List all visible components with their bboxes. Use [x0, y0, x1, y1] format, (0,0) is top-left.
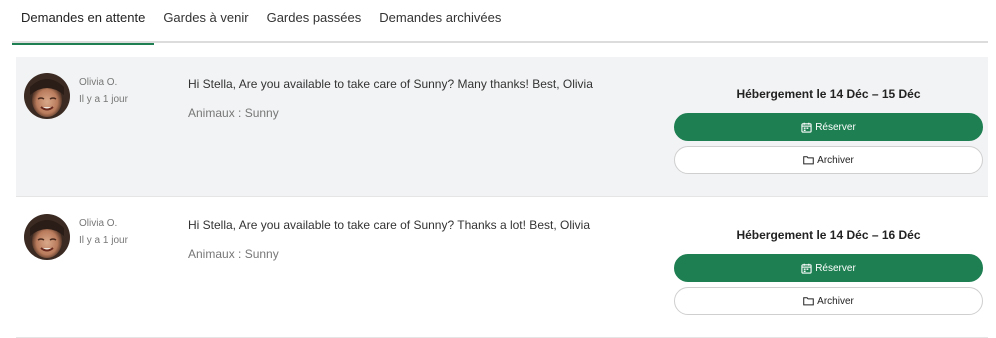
archive-button[interactable]: Archiver — [674, 287, 983, 315]
reserve-button-label: Réserver — [815, 121, 856, 133]
pets-label: Animaux : Sunny — [188, 247, 279, 261]
tab-pending-requests[interactable]: Demandes en attente — [12, 0, 155, 45]
sender-name: Olivia O. — [79, 77, 118, 88]
stay-dates: Hébergement le 14 Déc – 15 Déc — [736, 87, 921, 101]
tab-bar: Demandes en attente Gardes à venir Garde… — [12, 0, 988, 45]
request-message: Hi Stella, Are you available to take car… — [188, 218, 590, 232]
archive-button-label: Archiver — [817, 154, 854, 166]
sender-name: Olivia O. — [79, 218, 118, 229]
reserve-button[interactable]: Réserver — [674, 254, 983, 282]
stay-dates: Hébergement le 14 Déc – 16 Déc — [736, 228, 921, 242]
tab-archived-requests[interactable]: Demandes archivées — [370, 0, 510, 43]
folder-icon — [803, 296, 814, 306]
tab-past-stays[interactable]: Gardes passées — [258, 0, 371, 43]
request-time: Il y a 1 jour — [79, 235, 128, 246]
request-message: Hi Stella, Are you available to take car… — [188, 77, 593, 91]
request-card: Olivia O. Il y a 1 jour Hi Stella, Are y… — [16, 57, 988, 197]
archive-button[interactable]: Archiver — [674, 146, 983, 174]
folder-icon — [803, 155, 814, 165]
avatar[interactable] — [24, 214, 70, 260]
calendar-icon — [801, 263, 812, 274]
tab-upcoming-stays[interactable]: Gardes à venir — [154, 0, 257, 43]
reserve-button-label: Réserver — [815, 262, 856, 274]
archive-button-label: Archiver — [817, 295, 854, 307]
request-time: Il y a 1 jour — [79, 94, 128, 105]
pets-label: Animaux : Sunny — [188, 106, 279, 120]
avatar[interactable] — [24, 73, 70, 119]
request-card: Olivia O. Il y a 1 jour Hi Stella, Are y… — [16, 198, 988, 338]
requests-page: Demandes en attente Gardes à venir Garde… — [0, 0, 996, 338]
reserve-button[interactable]: Réserver — [674, 113, 983, 141]
calendar-icon — [801, 122, 812, 133]
